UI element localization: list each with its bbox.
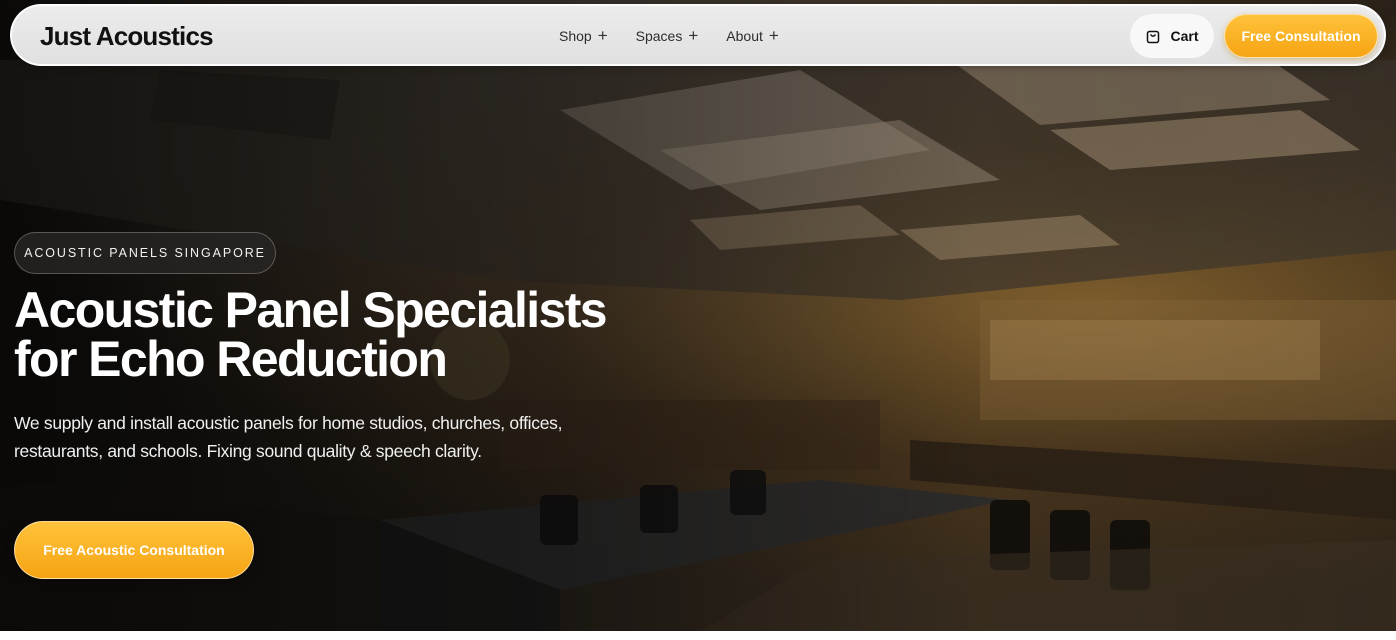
nav-item-label: Shop bbox=[559, 28, 592, 44]
shopping-bag-icon bbox=[1147, 30, 1160, 44]
nav-item-label: Spaces bbox=[635, 28, 683, 44]
nav-links: Shop + Spaces + About + bbox=[559, 26, 779, 45]
nav-item-shop[interactable]: Shop + bbox=[559, 26, 608, 45]
nav-item-label: About bbox=[726, 28, 763, 44]
headline-line-1: Acoustic Panel Specialists bbox=[14, 282, 608, 338]
hero-section: Just Acoustics Shop + Spaces + About + C… bbox=[0, 0, 1396, 631]
hero-headline: Acoustic Panel Specialists for Echo Redu… bbox=[14, 282, 634, 387]
free-consultation-button[interactable]: Free Consultation bbox=[1224, 14, 1378, 58]
free-acoustic-consultation-button[interactable]: Free Acoustic Consultation bbox=[14, 521, 254, 579]
plus-icon: + bbox=[688, 26, 699, 45]
headline-line-2: for Echo Reduction bbox=[14, 331, 448, 387]
nav-item-spaces[interactable]: Spaces + bbox=[635, 26, 699, 45]
nav-item-about[interactable]: About + bbox=[726, 26, 779, 45]
hero-subtext: We supply and install acoustic panels fo… bbox=[14, 413, 563, 461]
cart-label: Cart bbox=[1170, 28, 1199, 44]
plus-icon: + bbox=[768, 26, 779, 45]
navbar: Just Acoustics Shop + Spaces + About + C… bbox=[10, 4, 1386, 66]
brand-logo[interactable]: Just Acoustics bbox=[40, 21, 214, 52]
plus-icon: + bbox=[597, 26, 608, 45]
hero-badge: ACOUSTIC PANELS SINGAPORE bbox=[14, 232, 276, 274]
cart-button[interactable]: Cart bbox=[1130, 14, 1214, 58]
